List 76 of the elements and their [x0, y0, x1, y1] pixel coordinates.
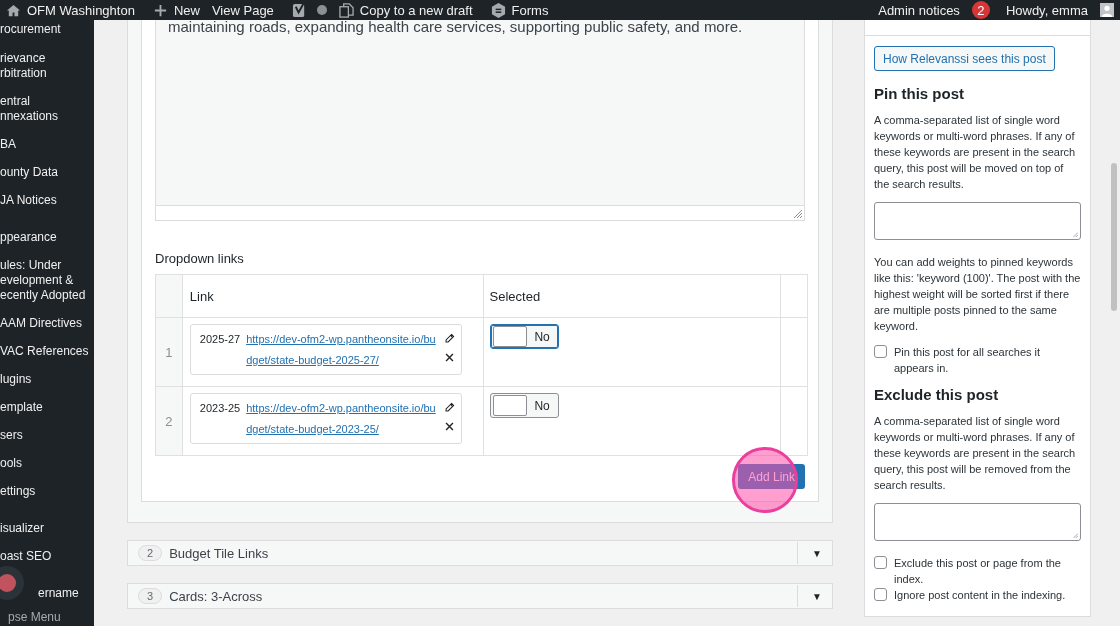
field-label: Dropdown links [155, 251, 245, 266]
sidebar-item[interactable]: oast SEO [0, 543, 94, 571]
checkbox[interactable] [874, 556, 887, 569]
checkbox[interactable] [874, 588, 887, 601]
sidebar-item[interactable]: sers [0, 422, 94, 450]
layout-number: 3 [138, 588, 163, 604]
sidebar-item[interactable]: ounty Data [0, 159, 94, 187]
copy-icon[interactable] [338, 2, 354, 18]
sidebar-item[interactable]: emplate [0, 394, 94, 422]
notice-count: 2 [971, 1, 990, 19]
keywords-field[interactable] [874, 503, 1081, 541]
sidebar-item[interactable]: VAC References [0, 338, 94, 366]
pencil-icon[interactable] [443, 333, 455, 344]
link-url[interactable]: https://dev-ofm2-wp.pantheonsite.io/budget/state-budget-2023-25/ [246, 398, 438, 440]
view-page-link[interactable]: View Page [211, 2, 274, 18]
text-editor[interactable]: maintaining roads, expanding health care services, supporting public safety, and more. [155, 20, 805, 221]
sidebar-item[interactable]: entral nnexations [0, 88, 94, 131]
sidebar-item[interactable]: AAM Directives [0, 310, 94, 338]
forms-icon[interactable] [490, 2, 506, 18]
layout-row[interactable]: 3 Cards: 3-Across ▼ [127, 583, 833, 609]
expand-toggle[interactable]: ▼ [812, 590, 822, 602]
resize-grip-icon[interactable] [794, 210, 802, 218]
keywords-field[interactable] [874, 202, 1081, 240]
site-name-link[interactable]: OFM Washinghton [27, 2, 135, 18]
sidebar-item[interactable]: lugins [0, 366, 94, 394]
link-url[interactable]: https://dev-ofm2-wp.pantheonsite.io/budget/state-budget-2025-27/ [246, 329, 438, 371]
copy-draft-link[interactable]: Copy to a new draft [359, 2, 473, 18]
scrollbar-thumb[interactable] [1111, 163, 1117, 311]
layout-row[interactable]: 2 Budget Tile Links ▼ [127, 540, 833, 566]
yoast-icon[interactable] [291, 2, 307, 18]
expand-toggle[interactable]: ▼ [812, 547, 822, 559]
section-heading: Exclude this post [874, 386, 1000, 403]
checkbox[interactable] [874, 345, 887, 358]
close-icon[interactable] [443, 421, 455, 432]
sidebar-item[interactable]: rievance rbitration [0, 45, 94, 88]
sidebar-item[interactable]: ules: Under evelopment & ecently Adopted [0, 252, 94, 310]
help-text: A comma-separated list of single word keywords or multi-word phrases. If any of these keywords are present in the search query, this post will be moved on top of the search results. [874, 113, 1077, 192]
column-header: Selected [483, 274, 781, 318]
layout-number: 2 [138, 545, 163, 561]
close-icon[interactable] [443, 352, 455, 363]
new-link[interactable]: New [173, 2, 200, 18]
layout-title: Cards: 3-Across [169, 588, 264, 604]
resize-grip-icon[interactable] [1072, 231, 1078, 237]
admin-notices-link[interactable]: Admin notices [878, 2, 960, 18]
relevanssi-button[interactable]: How Relevanssi sees this post [874, 46, 1055, 71]
forms-link[interactable]: Forms [511, 2, 549, 18]
editor-text: maintaining roads, expanding health care services, supporting public safety, and more. [167, 20, 744, 34]
sidebar-item[interactable]: rocurement [0, 20, 94, 45]
status-dot-icon[interactable] [316, 5, 327, 15]
toggle-switch[interactable]: No [489, 393, 559, 418]
resize-grip-icon[interactable] [1072, 532, 1078, 538]
link-title: 2025-27 [199, 332, 241, 347]
checkbox-label: Pin this post for all searches it appears in. [894, 345, 1042, 376]
house-icon[interactable] [6, 2, 21, 18]
row-number: 2 [155, 386, 183, 456]
help-text: A comma-separated list of single word keywords or multi-word phrases. If any of these keywords are present in the search query, this post will be removed from the search results. [874, 414, 1077, 493]
row-number: 1 [155, 317, 183, 387]
sidebar-item[interactable]: ername [0, 580, 94, 608]
column-header: Link [182, 274, 484, 318]
checkbox-label: Exclude this post or page from the index. [894, 556, 1062, 587]
collapse-menu-link[interactable]: pse Menu [8, 608, 94, 626]
sidebar-item[interactable]: JA Notices [0, 187, 94, 215]
plus-icon[interactable] [152, 2, 168, 18]
link-title: 2023-25 [199, 401, 241, 416]
account-link[interactable]: Howdy, emma [1005, 2, 1088, 18]
sidebar-item[interactable]: ettings [0, 478, 94, 506]
sidebar-item[interactable]: ppearance [0, 224, 94, 252]
checkbox-label: Ignore post content in the indexing. [894, 588, 1067, 603]
sidebar-item[interactable]: ools [0, 450, 94, 478]
pencil-icon[interactable] [443, 402, 455, 413]
sidebar-item[interactable]: isualizer [0, 515, 94, 543]
layout-title: Budget Tile Links [169, 545, 270, 561]
section-heading: Pin this post [874, 85, 965, 102]
help-text: You can add weights to pinned keywords like this: 'keyword (100)'. The post with the highest weight will be sorted first if there are multiple posts pinned to the same keyword. [874, 255, 1081, 334]
sidebar-item[interactable]: BA [0, 131, 94, 159]
toggle-switch[interactable]: No [489, 324, 559, 349]
